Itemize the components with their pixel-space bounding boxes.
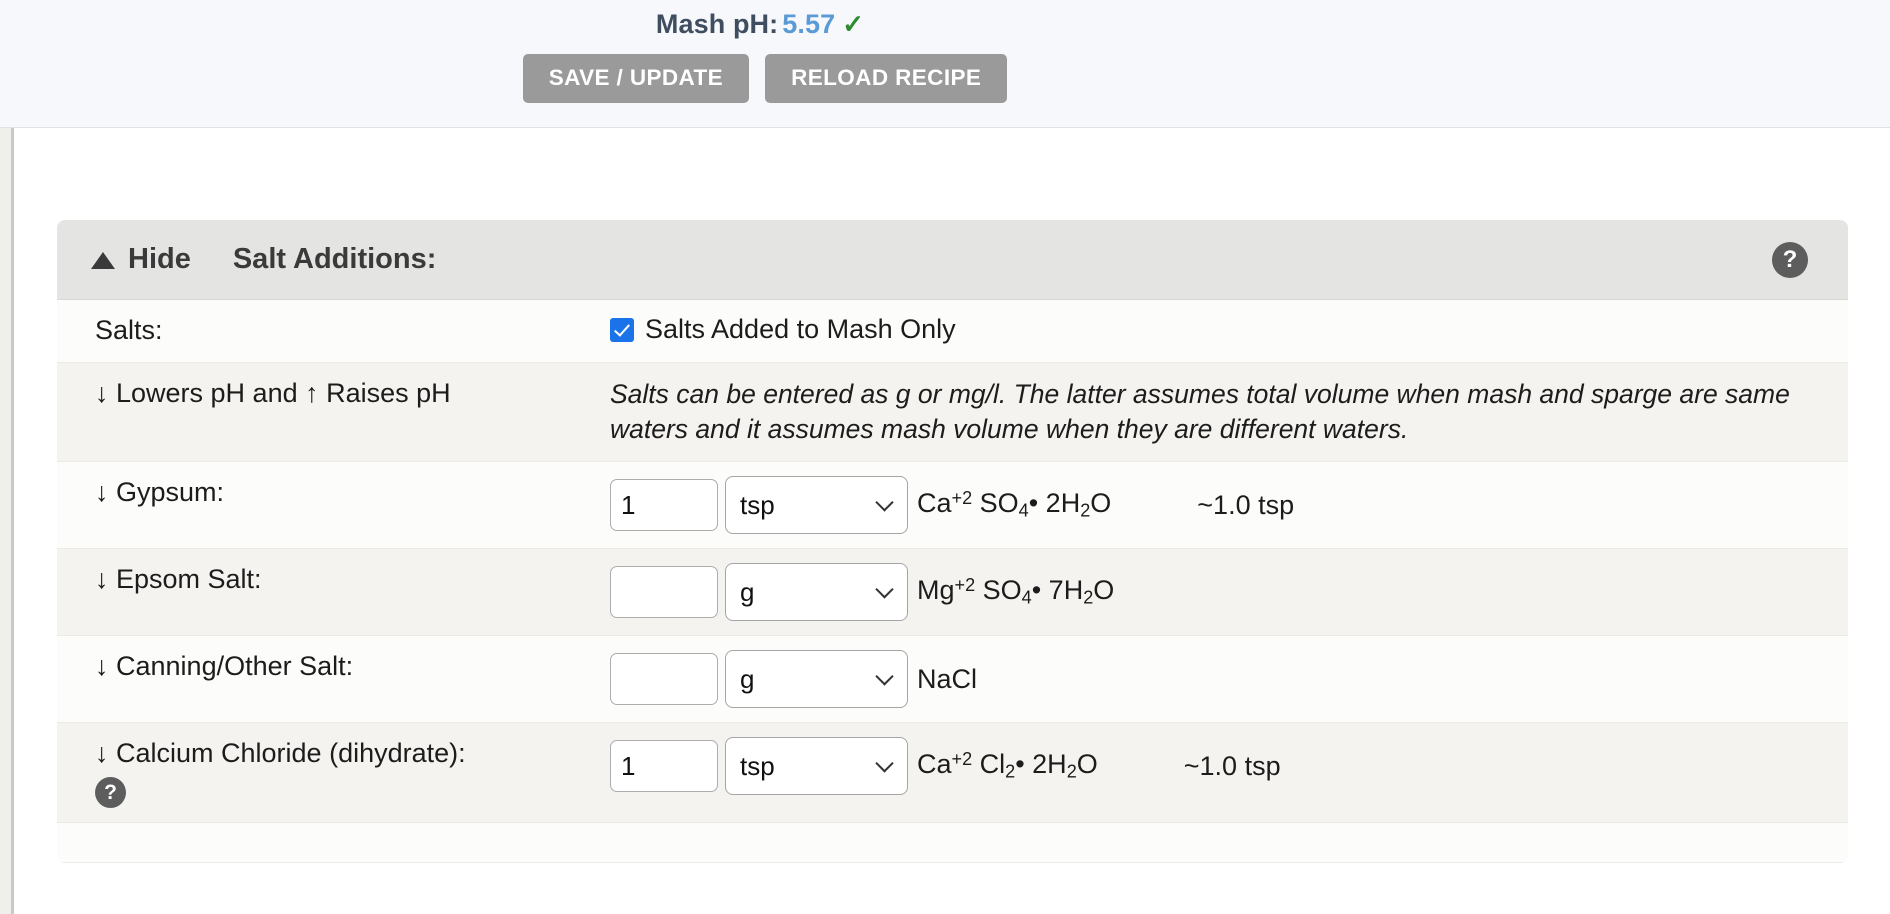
- canning-amount-input[interactable]: [610, 653, 718, 706]
- page-body: Hide Salt Additions: ? Salts: Salts Adde…: [0, 128, 1890, 914]
- epsom-unit-select[interactable]: g: [725, 563, 908, 622]
- row-label-gypsum: ↓ Gypsum:: [95, 477, 225, 508]
- row-next-partial: [57, 822, 1848, 863]
- gypsum-formula: Ca+2 SO4• 2H2O: [917, 488, 1112, 522]
- salt-additions-card: Hide Salt Additions: ? Salts: Salts Adde…: [57, 220, 1848, 863]
- save-update-button[interactable]: SAVE / UPDATE: [522, 54, 750, 103]
- epsom-unit-select-wrap[interactable]: g: [725, 563, 908, 622]
- calcium-chloride-amount-input[interactable]: [610, 740, 718, 793]
- header-button-group: SAVE / UPDATE RELOAD RECIPE: [0, 54, 1890, 103]
- hide-toggle-label: Hide: [128, 243, 191, 275]
- row-label-epsom-salt: ↓ Epsom Salt:: [95, 564, 262, 595]
- row-content-salts: Salts Added to Mash Only: [610, 300, 1814, 359]
- gypsum-amount-input[interactable]: [610, 479, 718, 532]
- mash-ph-readout: Mash pH: 5.57 ✓: [0, 9, 1890, 40]
- row-canning-salt: ↓ Canning/Other Salt: g NaCl: [57, 636, 1848, 724]
- row-content-next-partial: [610, 823, 1814, 851]
- row-label-canning-salt: ↓ Canning/Other Salt:: [95, 651, 354, 682]
- row-content-epsom-salt: g Mg+2 SO4• 7H2O: [610, 549, 1814, 635]
- checkbox-icon[interactable]: [610, 317, 634, 342]
- hide-toggle-button[interactable]: Hide: [91, 243, 191, 276]
- row-calcium-chloride: ↓ Calcium Chloride (dihydrate): ? tsp Ca…: [57, 723, 1848, 823]
- sticky-header: Mash pH: 5.57 ✓ SAVE / UPDATE RELOAD RECIPE: [0, 0, 1890, 128]
- reload-recipe-button[interactable]: RELOAD RECIPE: [765, 54, 1008, 103]
- canning-unit-select[interactable]: g: [725, 650, 908, 709]
- row-label-legend: ↓ Lowers pH and ↑ Raises pH: [95, 377, 451, 408]
- calcium-chloride-label-text: ↓ Calcium Chloride (dihydrate):: [95, 738, 466, 769]
- salt-additions-header: Hide Salt Additions: ?: [57, 220, 1848, 300]
- gypsum-unit-select[interactable]: tsp: [725, 476, 908, 535]
- mash-ph-label: Mash pH:: [655, 9, 779, 39]
- help-icon[interactable]: ?: [1772, 242, 1808, 278]
- calcium-chloride-unit-select-wrap[interactable]: tsp: [725, 737, 908, 796]
- salts-entry-note: Salts can be entered as g or mg/l. The l…: [610, 378, 1790, 444]
- row-content-legend: Salts can be entered as g or mg/l. The l…: [610, 363, 1814, 461]
- left-rail-divider: [0, 128, 14, 914]
- row-label-calcium-chloride: ↓ Calcium Chloride (dihydrate): ?: [95, 723, 610, 822]
- canning-unit-select-wrap[interactable]: g: [725, 650, 908, 709]
- calcium-chloride-help-wrap: ?: [95, 776, 610, 808]
- calcium-chloride-approx-amount: ~1.0 tsp: [1183, 750, 1281, 781]
- card-title: Salt Additions:: [232, 243, 437, 275]
- salts-mash-only-toggle[interactable]: Salts Added to Mash Only: [610, 314, 956, 345]
- row-salts: Salts: Salts Added to Mash Only: [57, 300, 1848, 363]
- mash-ph-value: 5.57: [782, 9, 836, 39]
- row-content-calcium-chloride: tsp Ca+2 Cl2• 2H2O ~1.0 tsp: [610, 723, 1814, 809]
- salts-mash-only-label[interactable]: Salts Added to Mash Only: [645, 314, 956, 345]
- check-icon: ✓: [842, 9, 865, 39]
- epsom-amount-input[interactable]: [610, 566, 718, 619]
- row-epsom-salt: ↓ Epsom Salt: g Mg+2 SO4• 7H2O: [57, 549, 1848, 637]
- row-content-canning-salt: g NaCl: [610, 636, 1814, 722]
- row-content-gypsum: tsp Ca+2 SO4• 2H2O ~1.0 tsp: [610, 462, 1814, 548]
- row-gypsum: ↓ Gypsum: tsp Ca+2 SO4• 2H2O ~1.0 tsp: [57, 462, 1848, 550]
- triangle-up-icon: [91, 252, 115, 269]
- help-icon[interactable]: ?: [95, 776, 126, 808]
- gypsum-unit-select-wrap[interactable]: tsp: [725, 476, 908, 535]
- epsom-formula: Mg+2 SO4• 7H2O: [917, 575, 1115, 609]
- row-label-salts: Salts:: [95, 315, 163, 345]
- row-label-next-partial: [95, 823, 610, 851]
- canning-formula: NaCl: [917, 663, 978, 694]
- row-legend: ↓ Lowers pH and ↑ Raises pH Salts can be…: [57, 362, 1848, 463]
- gypsum-approx-amount: ~1.0 tsp: [1197, 489, 1295, 520]
- calcium-chloride-formula: Ca+2 Cl2• 2H2O: [917, 749, 1098, 783]
- calcium-chloride-unit-select[interactable]: tsp: [725, 737, 908, 796]
